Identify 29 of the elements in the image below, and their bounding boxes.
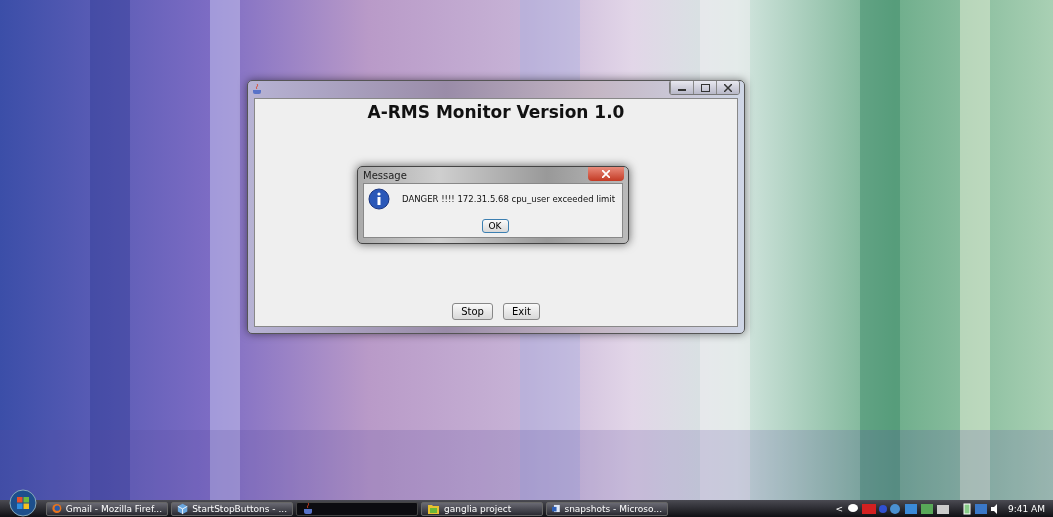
window-button[interactable]: Stop <box>452 303 493 320</box>
document-icon <box>552 502 561 515</box>
taskbar-button[interactable]: ganglia project <box>421 501 543 516</box>
close-icon <box>602 169 610 178</box>
taskbar-button[interactable]: snapshots - Microso... <box>546 501 668 516</box>
message-text: DANGER !!!! 172.31.5.68 cpu_user exceeded limit <box>402 194 616 205</box>
info-icon <box>368 188 390 211</box>
close-icon <box>724 83 732 92</box>
taskbar-button[interactable]: Gmail - Mozilla Firef... <box>46 501 168 516</box>
dialog-title: Message <box>363 169 407 181</box>
window-heading: A-RMS Monitor Version 1.0 <box>367 102 625 122</box>
maximize-button[interactable] <box>693 81 716 94</box>
taskbar-button[interactable]: StartStopButtons - ... <box>171 501 293 516</box>
close-button[interactable] <box>588 166 624 181</box>
ok-button[interactable]: OK <box>481 218 509 233</box>
taskbar-button[interactable] <box>296 501 418 516</box>
maximize-icon <box>700 83 710 92</box>
minimize-icon <box>678 89 686 91</box>
close-button[interactable] <box>716 81 739 94</box>
clock: 9:41 AM <box>1008 503 1045 514</box>
window-button[interactable]: Exit <box>502 303 540 320</box>
minimize-button[interactable] <box>670 81 693 94</box>
globe-icon <box>52 502 62 515</box>
tray-arrow[interactable]: < <box>835 503 843 514</box>
cup-icon <box>252 84 264 95</box>
start-button[interactable] <box>9 489 37 517</box>
folder-icon <box>427 502 440 515</box>
cup-icon <box>302 502 315 515</box>
cube-icon <box>177 502 189 515</box>
